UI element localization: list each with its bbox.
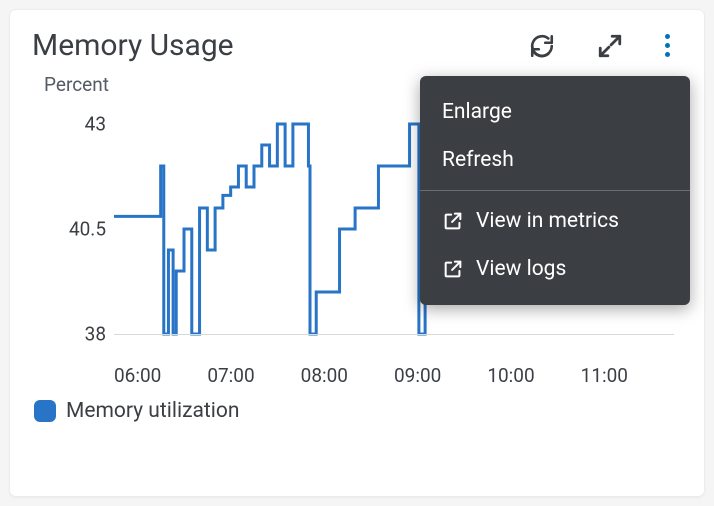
legend-swatch [34,400,56,422]
y-tick: 38 [50,323,106,346]
context-menu: Enlarge Refresh View in metrics View log… [420,76,690,305]
legend-label: Memory utilization [66,399,239,423]
more-menu-button[interactable] [661,30,674,61]
menu-item-label: View in metrics [476,209,619,233]
x-tick: 07:00 [207,364,300,387]
refresh-icon [529,33,555,59]
x-axis-ticks: 06:00 07:00 08:00 09:00 10:00 11:00 [114,364,674,387]
x-tick: 10:00 [487,364,580,387]
external-link-icon [442,210,464,232]
menu-item-view-metrics[interactable]: View in metrics [420,197,690,245]
external-link-icon [442,258,464,280]
menu-item-refresh[interactable]: Refresh [420,136,690,184]
card-title: Memory Usage [32,28,234,63]
x-tick: 06:00 [114,364,207,387]
menu-item-label: Enlarge [442,100,512,124]
menu-item-enlarge[interactable]: Enlarge [420,88,690,136]
enlarge-button[interactable] [593,29,627,63]
chart-legend: Memory utilization [34,399,682,423]
x-tick: 11:00 [581,364,674,387]
card-toolbar [525,29,682,63]
refresh-button[interactable] [525,29,559,63]
y-tick: 40.5 [50,218,106,241]
menu-item-label: View logs [476,257,566,281]
kebab-icon [665,34,670,57]
x-tick: 08:00 [301,364,394,387]
y-axis-ticks: 43 40.5 38 [50,104,106,354]
x-tick: 09:00 [394,364,487,387]
grid-line [114,334,674,335]
y-tick: 43 [50,113,106,136]
card-header: Memory Usage [32,28,682,63]
menu-divider [420,190,690,191]
expand-icon [597,33,623,59]
menu-item-label: Refresh [442,148,514,172]
memory-usage-card: Memory Usage [10,10,704,496]
menu-item-view-logs[interactable]: View logs [420,245,690,293]
